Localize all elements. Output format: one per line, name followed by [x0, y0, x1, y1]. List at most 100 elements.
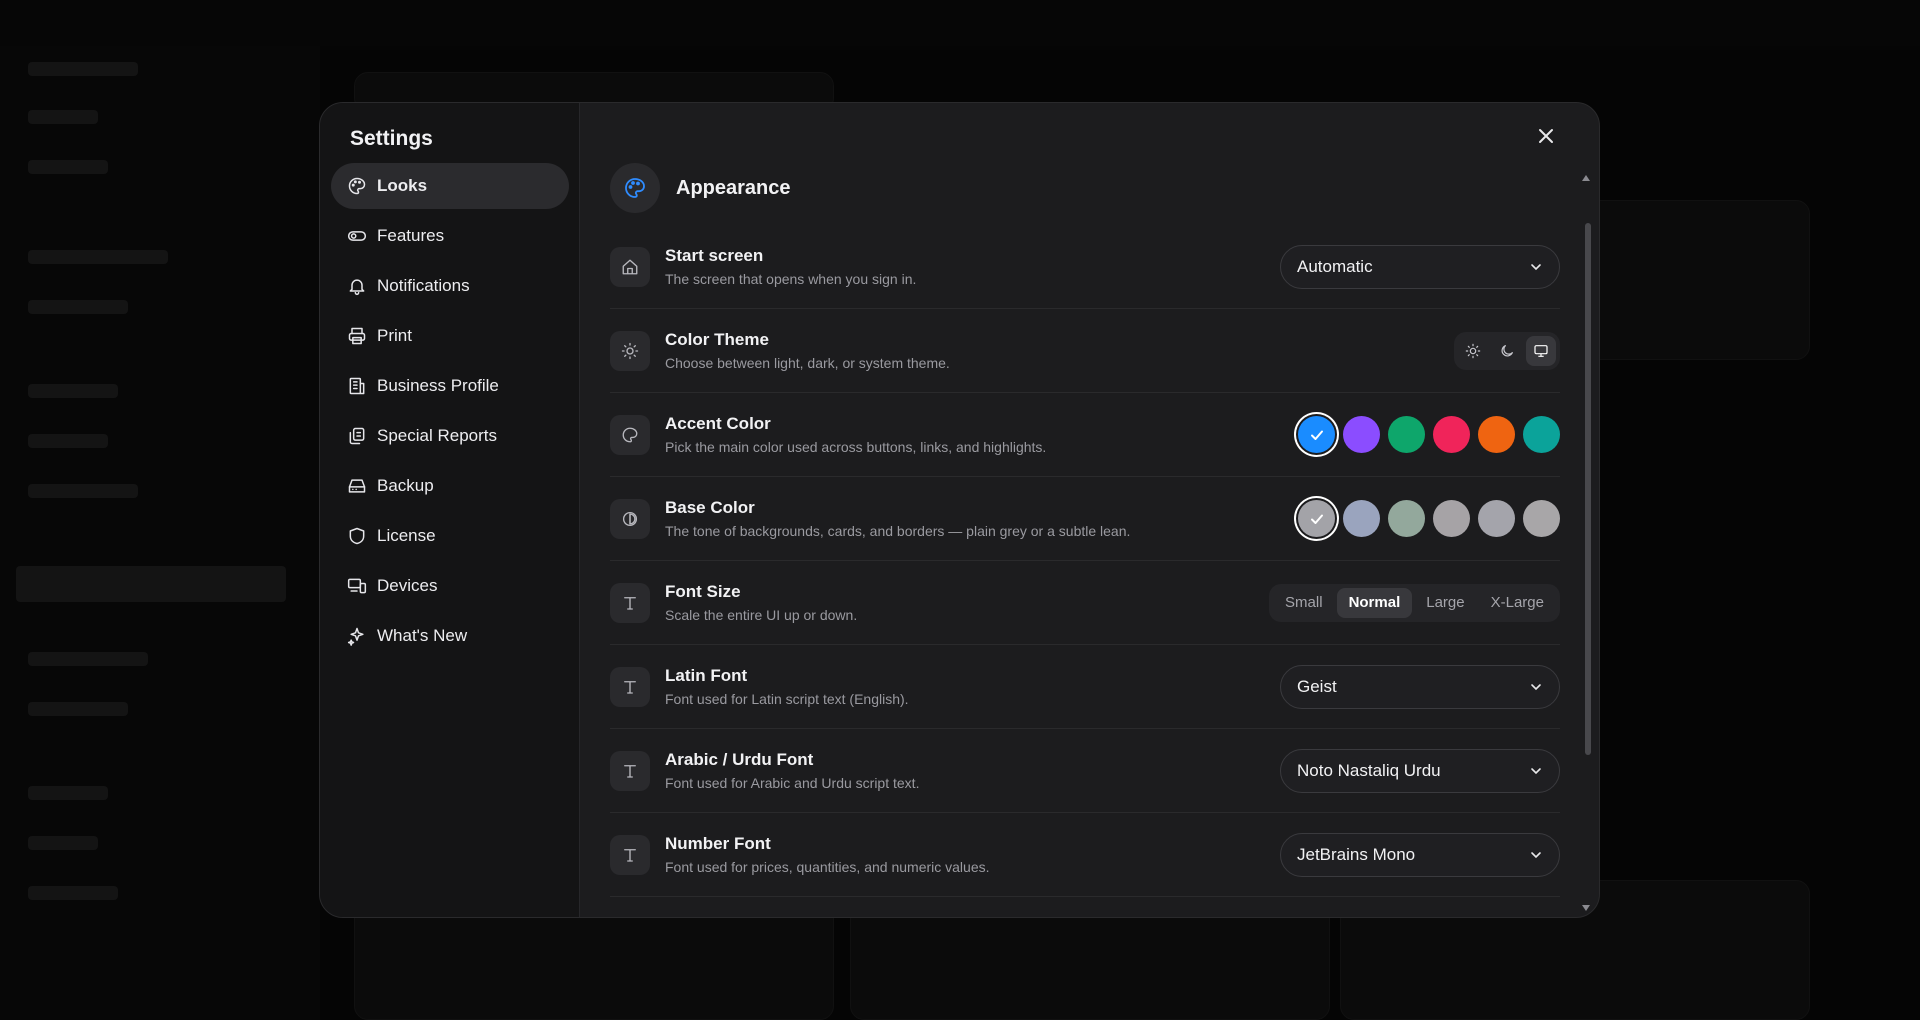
background-placeholder — [28, 786, 108, 800]
base-color-swatch[interactable] — [1433, 500, 1470, 537]
accent-color-swatch[interactable] — [1433, 416, 1470, 453]
theme-dark-option[interactable] — [1492, 336, 1522, 366]
start-screen-select[interactable]: Automatic — [1280, 244, 1560, 289]
accent-color-swatches — [1298, 416, 1560, 453]
base-color-swatch[interactable] — [1298, 500, 1335, 537]
background-placeholder — [16, 566, 286, 602]
nav-item-special-reports[interactable]: Special Reports — [331, 413, 569, 459]
settings-nav: Settings Looks Features Notifications Print… — [320, 103, 580, 917]
base-color-swatches — [1298, 500, 1560, 537]
nav-item-label: What's New — [377, 626, 468, 645]
background-placeholder — [28, 484, 138, 498]
chevron-down-icon — [1531, 683, 1541, 690]
font-size-option-large[interactable]: Large — [1414, 588, 1476, 618]
base-color-swatch[interactable] — [1343, 500, 1380, 537]
color-theme-toggle — [1454, 331, 1560, 370]
nav-item-devices[interactable]: Devices — [331, 563, 569, 609]
close-button[interactable] — [1531, 121, 1561, 151]
nav-item-label: Special Reports — [377, 426, 498, 445]
accent-color-swatch[interactable] — [1478, 416, 1515, 453]
nav-item-label: Print — [377, 326, 412, 345]
latin-font-select[interactable]: Geist — [1280, 664, 1560, 709]
contrast-icon — [610, 498, 650, 539]
accent-color-desc: Pick the main color used across buttons,… — [665, 439, 1047, 455]
palette-icon — [610, 163, 660, 213]
number-font-value: JetBrains Mono — [1297, 844, 1416, 864]
accent-color-swatch[interactable] — [1388, 416, 1425, 453]
scrollbar-thumb[interactable] — [1585, 223, 1591, 755]
palette-icon — [347, 176, 367, 196]
number-font-desc: Font used for prices, quantities, and nu… — [665, 859, 990, 875]
nav-item-label: Devices — [377, 576, 438, 595]
nav-item-print[interactable]: Print — [331, 313, 569, 359]
accent-color-title: Accent Color — [665, 414, 771, 433]
start-screen-desc: The screen that opens when you sign in. — [665, 271, 917, 287]
nav-item-backup[interactable]: Backup — [331, 463, 569, 509]
settings-nav-list: Looks Features Notifications Print Business … — [331, 163, 569, 663]
nav-item-license[interactable]: License — [331, 513, 569, 559]
background-placeholder — [28, 836, 98, 850]
background-placeholder — [28, 384, 118, 398]
font-size-option-x-large[interactable]: X-Large — [1479, 588, 1556, 618]
background-placeholder — [28, 886, 118, 900]
font-size-option-normal[interactable]: Normal — [1336, 587, 1413, 618]
nav-item-notifications[interactable]: Notifications — [331, 263, 569, 309]
scroll-down-arrow[interactable] — [1581, 899, 1591, 917]
appearance-title: Appearance — [676, 176, 791, 199]
palette-icon — [610, 414, 650, 455]
number-font-select[interactable]: JetBrains Mono — [1280, 832, 1560, 877]
latin-font-value: Geist — [1297, 676, 1337, 696]
monitor-icon — [1534, 344, 1548, 357]
type-icon — [610, 666, 650, 707]
background-sidebar — [0, 0, 320, 1020]
start-screen-value: Automatic — [1297, 256, 1373, 276]
shield-icon — [347, 526, 367, 546]
base-color-swatch[interactable] — [1478, 500, 1515, 537]
arabic-font-select[interactable]: Noto Nastaliq Urdu — [1280, 748, 1560, 793]
arabic-font-title: Arabic / Urdu Font — [665, 750, 814, 769]
type-icon — [610, 834, 650, 875]
nav-item-looks[interactable]: Looks — [331, 163, 569, 209]
scroll-up-arrow[interactable] — [1581, 169, 1591, 187]
background-placeholder — [28, 300, 128, 314]
chevron-down-icon — [1531, 263, 1541, 270]
hard-drive-icon — [347, 476, 367, 496]
chevron-down-icon — [1531, 767, 1541, 774]
background-placeholder — [28, 160, 108, 174]
check-icon — [1310, 514, 1323, 524]
base-color-swatch[interactable] — [1523, 500, 1560, 537]
sun-icon — [1465, 343, 1481, 358]
base-color-desc: The tone of backgrounds, cards, and bord… — [665, 523, 1131, 539]
arabic-font-value: Noto Nastaliq Urdu — [1297, 760, 1441, 780]
nav-item-business-profile[interactable]: Business Profile — [331, 363, 569, 409]
home-icon — [610, 246, 650, 287]
background-placeholder — [28, 652, 148, 666]
accent-color-swatch[interactable] — [1523, 416, 1560, 453]
font-size-row: Font Size Scale the entire UI up or down… — [610, 561, 1560, 645]
theme-light-option[interactable] — [1458, 336, 1488, 366]
close-icon — [1539, 129, 1553, 143]
arabic-font-row: Arabic / Urdu Font Font used for Arabic … — [610, 729, 1560, 813]
nav-item-label: Backup — [377, 476, 434, 495]
nav-item-what-s-new[interactable]: What's New — [331, 613, 569, 659]
latin-font-row: Latin Font Font used for Latin script te… — [610, 645, 1560, 729]
latin-font-desc: Font used for Latin script text (English… — [665, 691, 909, 707]
background-placeholder — [28, 434, 108, 448]
nav-item-label: Business Profile — [377, 376, 499, 395]
nav-item-label: License — [377, 526, 436, 545]
base-color-swatch[interactable] — [1388, 500, 1425, 537]
font-size-segmented: Small Normal Large X-Large — [1269, 583, 1560, 622]
sun-icon — [610, 330, 650, 371]
accent-color-swatch[interactable] — [1298, 416, 1335, 453]
base-color-title: Base Color — [665, 498, 755, 517]
color-theme-desc: Choose between light, dark, or system th… — [665, 355, 950, 371]
accent-color-swatch[interactable] — [1343, 416, 1380, 453]
type-icon — [610, 582, 650, 623]
font-size-desc: Scale the entire UI up or down. — [665, 607, 858, 623]
font-size-option-small[interactable]: Small — [1273, 588, 1335, 618]
color-theme-row: Color Theme Choose between light, dark, … — [610, 309, 1560, 393]
theme-system-option[interactable] — [1526, 335, 1556, 366]
start-screen-row: Start screen The screen that opens when … — [610, 225, 1560, 309]
nav-item-features[interactable]: Features — [331, 213, 569, 259]
accent-color-row: Accent Color Pick the main color used ac… — [610, 393, 1560, 477]
